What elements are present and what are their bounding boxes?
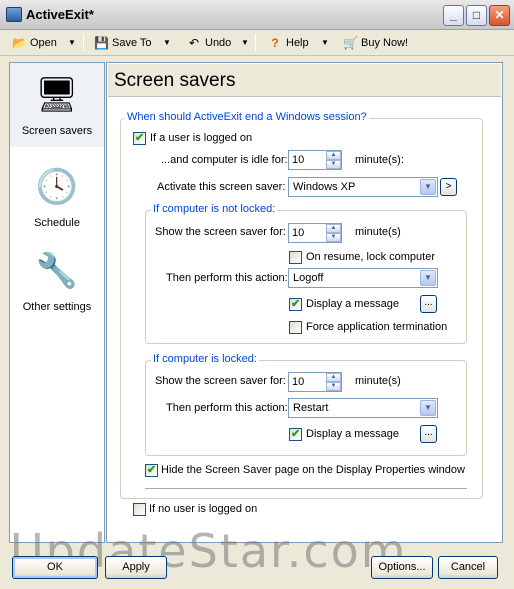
locked-minutes-value: 10: [292, 376, 305, 388]
app-icon: [6, 7, 22, 22]
locked-show-label: Show the screen saver for:: [155, 375, 286, 387]
not-locked-action-value: Logoff: [293, 272, 324, 284]
force-termination-label: Force application termination: [306, 321, 448, 333]
not-locked-message-ellipsis-button[interactable]: ...: [420, 295, 437, 313]
open-dropdown-icon[interactable]: ▼: [68, 34, 76, 52]
save-to-button[interactable]: 💾 Save To: [92, 34, 152, 52]
chevron-down-icon[interactable]: ▼: [420, 400, 436, 416]
cart-icon: 🛒: [343, 36, 358, 50]
clock-scroll-icon: 🕓: [35, 168, 79, 206]
undo-button[interactable]: ↶ Undo: [185, 34, 231, 52]
spin-up-icon[interactable]: ▲: [326, 373, 341, 382]
undo-dropdown-icon[interactable]: ▼: [241, 34, 249, 52]
idle-minutes-value: 10: [292, 154, 305, 166]
help-label: Help: [286, 37, 309, 49]
no-user-checkbox[interactable]: [133, 503, 146, 516]
resume-lock-label: On resume, lock computer: [306, 251, 435, 263]
open-button[interactable]: 📂 Open: [10, 34, 57, 52]
page-title: Screen savers: [114, 70, 236, 91]
not-locked-legend: If computer is not locked:: [151, 203, 278, 215]
spin-up-icon[interactable]: ▲: [326, 224, 341, 233]
not-locked-unit-label: minute(s): [355, 226, 401, 238]
sidebar: 🖥 Screen savers 🕓 Schedule 🔧 Other setti…: [9, 62, 105, 543]
idle-label: ...and computer is idle for:: [161, 154, 288, 166]
options-button[interactable]: Options...: [371, 556, 433, 579]
cancel-button[interactable]: Cancel: [438, 556, 498, 579]
user-logged-on-label: If a user is logged on: [150, 132, 253, 144]
not-locked-action-select[interactable]: Logoff ▼: [288, 268, 438, 288]
help-button[interactable]: ? Help: [266, 34, 309, 52]
idle-minutes-stepper[interactable]: 10 ▲ ▼: [288, 150, 342, 170]
preview-screen-saver-button[interactable]: >: [440, 178, 457, 196]
not-locked-minutes-stepper[interactable]: 10 ▲ ▼: [288, 223, 342, 243]
sidebar-item-label: Other settings: [22, 301, 92, 313]
chevron-down-icon[interactable]: ▼: [420, 270, 436, 286]
force-termination-checkbox[interactable]: [289, 321, 302, 334]
locked-message-ellipsis-button[interactable]: ...: [420, 425, 437, 443]
sidebar-item-label: Schedule: [34, 217, 80, 229]
open-icon: 📂: [12, 36, 27, 50]
toolbar-separator: [83, 34, 84, 52]
window-title: ActiveExit*: [26, 7, 94, 22]
page-header: Screen savers: [108, 64, 501, 97]
user-logged-on-checkbox[interactable]: [133, 131, 146, 145]
chevron-down-icon[interactable]: ▼: [420, 179, 436, 195]
monitor-icon: 🖥: [35, 76, 79, 114]
locked-display-message-label: Display a message: [306, 428, 399, 440]
toolbar-separator: [255, 34, 256, 52]
resume-lock-checkbox[interactable]: [289, 251, 302, 264]
spin-down-icon[interactable]: ▼: [326, 233, 341, 242]
spin-down-icon[interactable]: ▼: [326, 382, 341, 391]
locked-action-value: Restart: [293, 402, 329, 414]
screen-saver-select[interactable]: Windows XP ▼: [288, 177, 438, 197]
help-icon: ?: [271, 36, 279, 50]
minimize-button[interactable]: _: [443, 5, 464, 26]
buy-now-button[interactable]: 🛒 Buy Now!: [341, 34, 408, 52]
sidebar-item-other-settings[interactable]: 🔧 Other settings: [10, 239, 104, 319]
sidebar-item-screen-savers[interactable]: 🖥 Screen savers: [10, 63, 104, 147]
undo-label: Undo: [205, 37, 232, 49]
apply-button[interactable]: Apply: [105, 556, 167, 579]
ok-button[interactable]: OK: [12, 556, 98, 579]
locked-action-select[interactable]: Restart ▼: [288, 398, 438, 418]
sidebar-item-label: Screen savers: [21, 125, 93, 137]
not-locked-action-label: Then perform this action:: [166, 272, 288, 284]
save-to-dropdown-icon[interactable]: ▼: [163, 34, 171, 52]
screen-saver-value: Windows XP: [293, 181, 356, 193]
spin-up-icon[interactable]: ▲: [326, 151, 341, 160]
save-icon: 💾: [94, 36, 109, 50]
not-locked-show-label: Show the screen saver for:: [155, 226, 286, 238]
buy-now-label: Buy Now!: [361, 37, 409, 49]
divider: [145, 488, 467, 490]
not-locked-minutes-value: 10: [292, 227, 305, 239]
spin-down-icon[interactable]: ▼: [326, 160, 341, 169]
session-end-legend: When should ActiveExit end a Windows ses…: [125, 111, 369, 123]
not-locked-display-message-label: Display a message: [306, 298, 399, 310]
undo-icon: ↶: [188, 36, 200, 50]
locked-display-message-checkbox[interactable]: [289, 427, 302, 441]
main-panel: Screen savers When should ActiveExit end…: [106, 62, 503, 543]
toolbar: 📂 Open ▼ 💾 Save To ▼ ↶ Undo ▼ ? Help ▼ 🛒 Buy …: [0, 30, 514, 56]
hide-page-label: Hide the Screen Saver page on the Displa…: [161, 464, 465, 476]
maximize-button[interactable]: □: [466, 5, 487, 26]
sidebar-item-schedule[interactable]: 🕓 Schedule: [10, 155, 104, 235]
open-label: Open: [30, 37, 57, 49]
title-bar[interactable]: ActiveExit* _ □ ✕: [0, 0, 514, 30]
locked-minutes-stepper[interactable]: 10 ▲ ▼: [288, 372, 342, 392]
locked-action-label: Then perform this action:: [166, 402, 288, 414]
locked-legend: If computer is locked:: [151, 353, 259, 365]
activate-label: Activate this screen saver:: [157, 181, 286, 193]
idle-unit-label: minute(s):: [355, 154, 404, 166]
save-to-label: Save To: [112, 37, 152, 49]
not-locked-display-message-checkbox[interactable]: [289, 297, 302, 311]
tools-icon: 🔧: [35, 252, 79, 290]
close-button[interactable]: ✕: [489, 5, 510, 26]
locked-unit-label: minute(s): [355, 375, 401, 387]
help-dropdown-icon[interactable]: ▼: [321, 34, 329, 52]
no-user-label: If no user is logged on: [149, 503, 258, 515]
hide-page-checkbox[interactable]: [145, 463, 158, 477]
